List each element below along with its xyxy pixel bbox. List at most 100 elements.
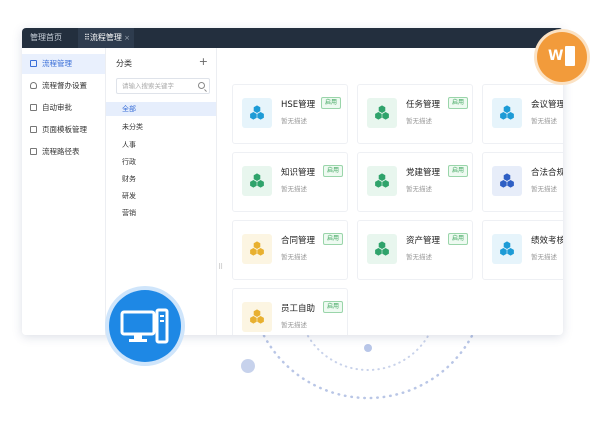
sidebar-item-page-templates[interactable]: 页面模板管理: [22, 120, 105, 140]
category-item-uncategorized[interactable]: 未分类: [106, 120, 216, 134]
hexagon-cluster-icon: [242, 98, 272, 128]
table-icon: [30, 148, 37, 155]
process-card-grid: HSE管理 启用 暂无描述 任务管理 启用 暂无描述 会议管理 启用 暂无描述 …: [230, 48, 563, 335]
process-card[interactable]: HSE管理 启用 暂无描述: [232, 84, 348, 144]
hexagon-cluster-icon: [492, 166, 522, 196]
status-badge: 启用: [448, 233, 469, 245]
approval-icon: [30, 104, 37, 111]
sidebar-item-label: 流程路径表: [42, 147, 80, 156]
search-icon[interactable]: [198, 82, 205, 89]
monitor-icon: [120, 308, 169, 344]
hexagon-cluster-icon: [492, 98, 522, 128]
card-title: 合同管理: [281, 236, 316, 246]
sidebar-item-auto-approval[interactable]: 自动审批: [22, 98, 105, 118]
process-card[interactable]: 资产管理 启用 暂无描述: [357, 220, 473, 280]
hexagon-shape: [378, 105, 386, 113]
card-description: 暂无描述: [531, 185, 557, 193]
category-item-marketing[interactable]: 营销: [106, 206, 216, 220]
category-item-finance[interactable]: 财务: [106, 172, 216, 186]
add-category-button[interactable]: +: [199, 55, 208, 68]
card-title: 合法合规: [531, 168, 563, 178]
category-item-admin[interactable]: 行政: [106, 155, 216, 169]
document-page-shape: [565, 46, 575, 66]
hexagon-cluster-icon: [367, 166, 397, 196]
hexagon-shape: [253, 241, 261, 249]
hexagon-shape: [257, 112, 264, 120]
close-icon[interactable]: ×: [124, 28, 130, 48]
status-badge: 启用: [448, 165, 469, 177]
hexagon-shape: [382, 248, 389, 256]
sidebar-item-label: 流程管理: [42, 59, 72, 68]
hexagon-shape: [378, 241, 386, 249]
hexagon-shape: [375, 180, 382, 188]
status-badge: 启用: [323, 165, 344, 177]
status-badge: 启用: [448, 97, 469, 109]
bell-icon: [30, 82, 37, 89]
hexagon-shape: [250, 248, 257, 256]
hexagon-shape: [375, 112, 382, 120]
category-item-hr[interactable]: 人事: [106, 138, 216, 152]
hexagon-shape: [503, 241, 511, 249]
sidebar-item-process-management[interactable]: 流程管理: [22, 54, 105, 74]
sidebar-item-label: 自动审批: [42, 103, 72, 112]
sidebar-item-label: 页面模板管理: [42, 125, 87, 134]
hexagon-shape: [378, 173, 386, 181]
card-title: 绩效考核: [531, 236, 563, 246]
process-card[interactable]: 绩效考核 启用 暂无描述: [482, 220, 563, 280]
sidebar-item-supervision-settings[interactable]: 流程督办设置: [22, 76, 105, 96]
hexagon-shape: [500, 248, 507, 256]
hexagon-shape: [500, 180, 507, 188]
category-title: 分类: [116, 59, 132, 68]
card-title: 员工自助: [281, 304, 316, 314]
app-window: 管理首页 ⠿流程管理 × 流程管理 流程督办设置 自动审批 页面模板管理 流程路…: [22, 28, 563, 335]
search-placeholder: 请输入搜索关键字: [122, 82, 174, 90]
process-card[interactable]: 任务管理 启用 暂无描述: [357, 84, 473, 144]
hexagon-cluster-icon: [242, 234, 272, 264]
tab-home-label: 管理首页: [30, 33, 62, 42]
tab-process-management[interactable]: ⠿流程管理 ×: [78, 28, 134, 48]
hexagon-shape: [507, 180, 514, 188]
tab-bar: 管理首页 ⠿流程管理 ×: [22, 28, 563, 48]
hexagon-shape: [253, 105, 261, 113]
process-card[interactable]: 党建管理 启用 暂无描述: [357, 152, 473, 212]
category-search-input[interactable]: 请输入搜索关键字: [116, 78, 210, 94]
hexagon-shape: [507, 112, 514, 120]
hexagon-shape: [500, 112, 507, 120]
template-icon: [30, 126, 37, 133]
panel-resize-handle[interactable]: ⠿: [218, 263, 223, 271]
process-card[interactable]: 知识管理 启用 暂无描述: [232, 152, 348, 212]
card-title: HSE管理: [281, 100, 316, 110]
hexagon-shape: [503, 173, 511, 181]
sidebar-item-process-path-table[interactable]: 流程路径表: [22, 142, 105, 162]
card-description: 暂无描述: [281, 253, 307, 261]
process-card[interactable]: 会议管理 启用 暂无描述: [482, 84, 563, 144]
card-title: 任务管理: [406, 100, 441, 110]
process-card[interactable]: 员工自助 启用 暂无描述: [232, 288, 348, 335]
hexagon-cluster-icon: [492, 234, 522, 264]
status-badge: 启用: [321, 97, 342, 109]
category-item-rnd[interactable]: 研发: [106, 189, 216, 203]
sidebar-item-label: 流程督办设置: [42, 81, 87, 90]
card-title: 资产管理: [406, 236, 441, 246]
hexagon-shape: [250, 112, 257, 120]
hexagon-shape: [257, 316, 264, 324]
hexagon-shape: [253, 173, 261, 181]
card-description: 暂无描述: [281, 185, 307, 193]
word-document-icon: W: [537, 32, 587, 82]
hexagon-shape: [250, 316, 257, 324]
hexagon-cluster-icon: [242, 302, 272, 332]
process-card[interactable]: 合法合规 启用 暂无描述: [482, 152, 563, 212]
status-badge: 启用: [323, 301, 344, 313]
hexagon-shape: [257, 248, 264, 256]
hexagon-shape: [253, 309, 261, 317]
hexagon-shape: [382, 180, 389, 188]
process-card[interactable]: 合同管理 启用 暂无描述: [232, 220, 348, 280]
status-badge: 启用: [323, 233, 344, 245]
card-title: 知识管理: [281, 168, 316, 178]
tab-home[interactable]: 管理首页: [30, 28, 62, 48]
sidebar: 流程管理 流程督办设置 自动审批 页面模板管理 流程路径表: [22, 48, 106, 335]
card-description: 暂无描述: [281, 117, 307, 125]
category-item-all[interactable]: 全部: [106, 102, 216, 116]
card-description: 暂无描述: [406, 117, 432, 125]
card-description: 暂无描述: [406, 185, 432, 193]
